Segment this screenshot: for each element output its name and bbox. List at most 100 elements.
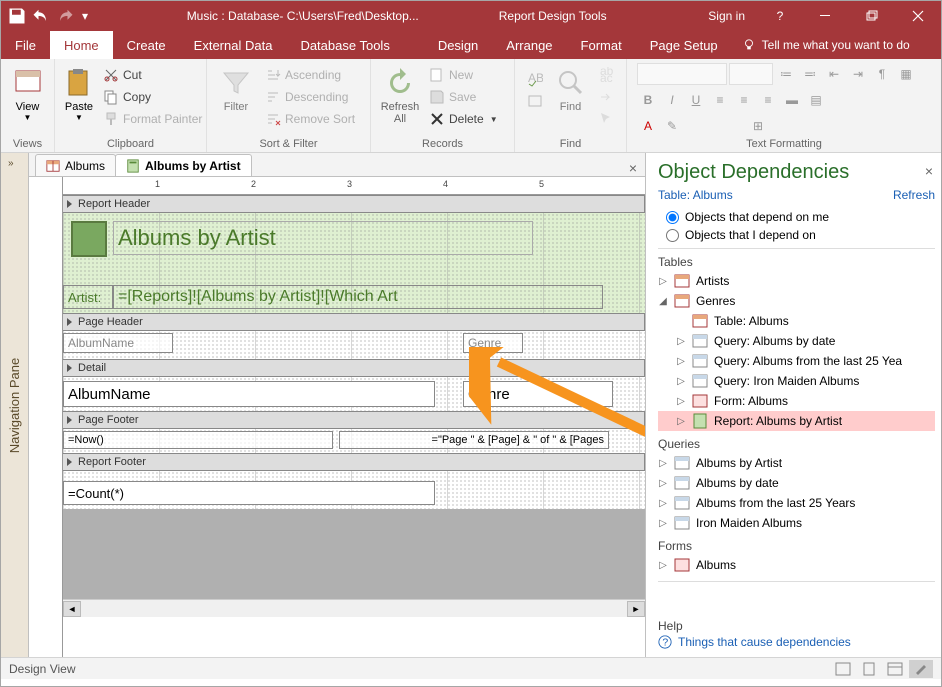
tab-albums-table[interactable]: Albums — [35, 154, 116, 176]
save-icon[interactable] — [7, 6, 27, 26]
scroll-right-icon[interactable]: ► — [627, 601, 645, 617]
minimize-icon[interactable] — [803, 1, 849, 31]
more-button[interactable] — [523, 91, 547, 111]
find-button[interactable]: Find — [551, 63, 590, 113]
albumname-header-label[interactable]: AlbumName — [63, 333, 173, 353]
tree-item-q-albums-by-artist[interactable]: ▷Albums by Artist — [658, 453, 935, 473]
alt-row-icon[interactable]: ▤ — [805, 89, 827, 111]
refresh-all-button[interactable]: Refresh All — [379, 63, 421, 125]
section-page-header[interactable]: Page Header — [63, 313, 645, 331]
qat-customize-icon[interactable]: ▾ — [79, 6, 91, 26]
tree-item-form-albums-2[interactable]: ▷Albums — [658, 555, 935, 575]
redo-icon[interactable] — [55, 6, 75, 26]
close-icon[interactable] — [895, 1, 941, 31]
delete-button[interactable]: Delete▼ — [425, 109, 502, 129]
signin-link[interactable]: Sign in — [696, 9, 757, 23]
tab-file[interactable]: File — [1, 31, 50, 59]
radio-depend-on-me[interactable]: Objects that depend on me — [666, 210, 935, 224]
horizontal-scrollbar[interactable]: ◄ ► — [63, 599, 645, 617]
view-print-preview-icon[interactable] — [857, 660, 881, 678]
scroll-left-icon[interactable]: ◄ — [63, 601, 81, 617]
tree-item-q-25-years[interactable]: ▷Albums from the last 25 Years — [658, 493, 935, 513]
tree-item-table-albums[interactable]: Table: Albums — [658, 311, 935, 331]
genre-header-label[interactable]: Genre — [463, 333, 523, 353]
tree-item-query-iron-maiden[interactable]: ▷Query: Iron Maiden Albums — [658, 371, 935, 391]
format-painter-button[interactable]: Format Painter — [99, 109, 206, 129]
albumname-field[interactable]: AlbumName — [63, 381, 435, 407]
detail-body[interactable]: AlbumName Genre — [63, 377, 645, 411]
copy-button[interactable]: Copy — [99, 87, 206, 107]
filter-button[interactable]: Filter — [215, 63, 257, 113]
genre-field[interactable]: Genre — [463, 381, 613, 407]
tab-format[interactable]: Format — [567, 31, 636, 59]
help-icon[interactable]: ? — [757, 1, 803, 31]
count-expression[interactable]: =Count(*) — [63, 481, 435, 505]
save-record-button[interactable]: Save — [425, 87, 502, 107]
navigation-pane-collapsed[interactable]: Navigation Pane — [1, 153, 29, 657]
align-left-icon[interactable]: ≡ — [709, 89, 731, 111]
section-page-footer[interactable]: Page Footer — [63, 411, 645, 429]
font-size-dropdown[interactable] — [729, 63, 773, 85]
ascending-button[interactable]: Ascending — [261, 65, 359, 85]
new-button[interactable]: New — [425, 65, 502, 85]
tab-albums-by-artist-report[interactable]: Albums by Artist — [115, 154, 252, 176]
section-report-footer[interactable]: Report Footer — [63, 453, 645, 471]
table-link[interactable]: Table: Albums — [658, 188, 733, 202]
underline-button[interactable]: U — [685, 89, 707, 111]
undo-icon[interactable] — [31, 6, 51, 26]
cut-button[interactable]: Cut — [99, 65, 206, 85]
indent-increase-icon[interactable]: ⇥ — [847, 63, 869, 85]
navpane-expand-icon[interactable]: » — [8, 158, 14, 169]
restore-icon[interactable] — [849, 1, 895, 31]
tab-arrange[interactable]: Arrange — [492, 31, 566, 59]
tree-item-report-albums-by-artist[interactable]: ▷Report: Albums by Artist — [658, 411, 935, 431]
text-direction-icon[interactable]: ¶ — [871, 63, 893, 85]
tree-item-q-albums-by-date[interactable]: ▷Albums by date — [658, 473, 935, 493]
tree-item-q-iron-maiden[interactable]: ▷Iron Maiden Albums — [658, 513, 935, 533]
bold-button[interactable]: B — [637, 89, 659, 111]
spelling-button[interactable]: ABC — [523, 69, 547, 89]
page-header-body[interactable]: AlbumName Genre — [63, 331, 645, 359]
report-footer-body[interactable]: =Count(*) — [63, 471, 645, 509]
remove-sort-button[interactable]: Remove Sort — [261, 109, 359, 129]
artist-expression[interactable]: =[Reports]![Albums by Artist]![Which Art — [113, 285, 603, 309]
italic-button[interactable]: I — [661, 89, 683, 111]
align-right-icon[interactable]: ≡ — [757, 89, 779, 111]
tab-home[interactable]: Home — [50, 31, 113, 59]
section-detail[interactable]: Detail — [63, 359, 645, 377]
tab-external-data[interactable]: External Data — [180, 31, 287, 59]
radio-i-depend-on[interactable]: Objects that I depend on — [666, 228, 935, 242]
tree-item-artists[interactable]: ▷Artists — [658, 271, 935, 291]
tree-item-form-albums[interactable]: ▷Form: Albums — [658, 391, 935, 411]
replace-button[interactable]: abac — [594, 65, 618, 85]
view-button[interactable]: View ▼ — [9, 63, 46, 122]
paste-button[interactable]: Paste ▼ — [63, 63, 95, 122]
close-pane-icon[interactable]: × — [925, 163, 933, 179]
border-icon[interactable]: ⊞ — [747, 115, 769, 137]
report-header-body[interactable]: Albums by Artist Artist: =[Reports]![Alb… — [63, 213, 645, 313]
align-center-icon[interactable]: ≡ — [733, 89, 755, 111]
page-footer-body[interactable]: =Now() ="Page " & [Page] & " of " & [Pag… — [63, 429, 645, 453]
tree-item-query-25-years[interactable]: ▷Query: Albums from the last 25 Yea — [658, 351, 935, 371]
gridlines-icon[interactable]: ▦ — [895, 63, 917, 85]
view-layout-icon[interactable] — [883, 660, 907, 678]
font-color-icon[interactable]: A — [637, 115, 659, 137]
title-label[interactable]: Albums by Artist — [113, 221, 533, 255]
tab-create[interactable]: Create — [113, 31, 180, 59]
section-report-header[interactable]: Report Header — [63, 195, 645, 213]
artist-label[interactable]: Artist: — [63, 285, 113, 309]
tell-me-search[interactable]: Tell me what you want to do — [732, 31, 920, 59]
help-link[interactable]: ? Things that cause dependencies — [658, 635, 933, 649]
tab-design[interactable]: Design — [424, 31, 492, 59]
report-logo-icon[interactable] — [71, 221, 107, 257]
now-expression[interactable]: =Now() — [63, 431, 333, 449]
tree-item-genres[interactable]: ◢Genres — [658, 291, 935, 311]
select-button[interactable] — [594, 109, 618, 129]
tree-item-query-by-date[interactable]: ▷Query: Albums by date — [658, 331, 935, 351]
fill-color-icon[interactable]: ▬ — [781, 89, 803, 111]
font-family-dropdown[interactable] — [637, 63, 727, 85]
page-expression[interactable]: ="Page " & [Page] & " of " & [Pages — [339, 431, 609, 449]
tab-page-setup[interactable]: Page Setup — [636, 31, 732, 59]
view-design-icon[interactable] — [909, 660, 933, 678]
descending-button[interactable]: Descending — [261, 87, 359, 107]
